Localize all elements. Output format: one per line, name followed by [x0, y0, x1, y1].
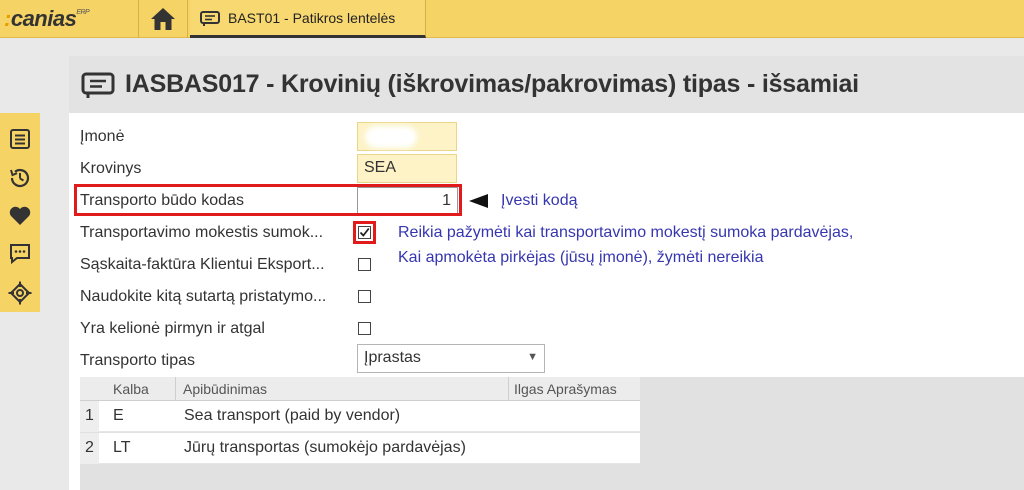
table-row[interactable]: 1 E Sea transport (paid by vendor): [80, 401, 640, 432]
header-long-description[interactable]: Ilgas Aprašymas: [514, 381, 617, 397]
cargo-label: Krovinys: [80, 160, 142, 177]
transport-type-label: Transporto tipas: [80, 352, 196, 369]
invoice-checkbox[interactable]: [358, 258, 371, 271]
header-divider: [508, 377, 509, 401]
transport-type-value: Įprastas: [364, 349, 421, 366]
header-description[interactable]: Apibūdinimas: [183, 381, 267, 397]
chat-button[interactable]: [0, 235, 40, 273]
history-icon: [10, 168, 30, 187]
cargo-field[interactable]: SEA: [357, 154, 457, 183]
grid-header: Kalba Apibūdinimas Ilgas Aprašymas: [80, 377, 640, 401]
top-bar: :caniasERP BAST01 - Patikros lentelės: [0, 0, 1024, 38]
left-sidebar: [0, 113, 40, 312]
checkbox-highlight-box: [353, 221, 376, 244]
arrow-left-icon: [469, 194, 488, 208]
chat-icon: [10, 244, 30, 265]
table-row[interactable]: 2 LT Jūrų transportas (sumokėjo pardavėj…: [80, 433, 640, 464]
row-number: 2: [80, 433, 99, 464]
history-button[interactable]: [0, 158, 40, 196]
target-button[interactable]: [0, 274, 40, 312]
caret-down-icon: ▼: [527, 351, 538, 363]
invoice-label: Sąskaita-faktūra Klientui Eksport...: [80, 256, 325, 273]
table-icon: [200, 10, 220, 26]
header-divider: [175, 377, 176, 401]
transport-type-select[interactable]: Įprastas ▼: [357, 344, 545, 373]
fee-note-line2: Kai apmokėta pirkėjas (jūsų įmonė), žymė…: [398, 249, 764, 266]
contract-label: Naudokite kitą sutartą pristatymo...: [80, 288, 327, 305]
cell-language[interactable]: E: [113, 407, 124, 425]
list-button[interactable]: [0, 120, 40, 158]
table-icon: [81, 71, 115, 99]
fee-note-line1: Reikia pažymėti kai transportavimo mokes…: [398, 224, 854, 241]
cell-description[interactable]: Jūrų transportas (sumokėjo pardavėjas): [184, 439, 466, 457]
row-number: 1: [80, 401, 99, 432]
cell-description[interactable]: Sea transport (paid by vendor): [184, 407, 400, 425]
list-icon: [10, 129, 30, 150]
tab-bast01[interactable]: BAST01 - Patikros lentelės: [190, 0, 426, 38]
main-panel: IASBAS017 - Krovinių (iškrovimas/pakrovi…: [69, 56, 1024, 490]
company-field[interactable]: [357, 122, 457, 151]
home-icon: [151, 8, 175, 30]
fee-label: Transportavimo mokestis sumok...: [80, 224, 324, 241]
canias-logo: :caniasERP: [4, 6, 90, 31]
favorites-button[interactable]: [0, 197, 40, 235]
roundtrip-label: Yra kelionė pirmyn ir atgal: [80, 320, 265, 337]
title-bar: IASBAS017 - Krovinių (iškrovimas/pakrovi…: [69, 56, 1024, 113]
tab-label: BAST01 - Patikros lentelės: [228, 9, 396, 26]
contract-checkbox[interactable]: [358, 290, 371, 303]
target-icon: [8, 281, 32, 305]
home-button[interactable]: [138, 0, 188, 38]
enter-code-note: Įvesti kodą: [501, 192, 578, 209]
company-label: Įmonė: [80, 128, 125, 145]
header-language[interactable]: Kalba: [113, 381, 149, 397]
page-title: IASBAS017 - Krovinių (iškrovimas/pakrovi…: [125, 70, 859, 98]
heart-icon: [9, 206, 31, 226]
roundtrip-checkbox[interactable]: [358, 322, 371, 335]
code-highlight-box: [74, 184, 462, 216]
redacted-value: [370, 131, 412, 143]
cell-language[interactable]: LT: [113, 439, 130, 457]
